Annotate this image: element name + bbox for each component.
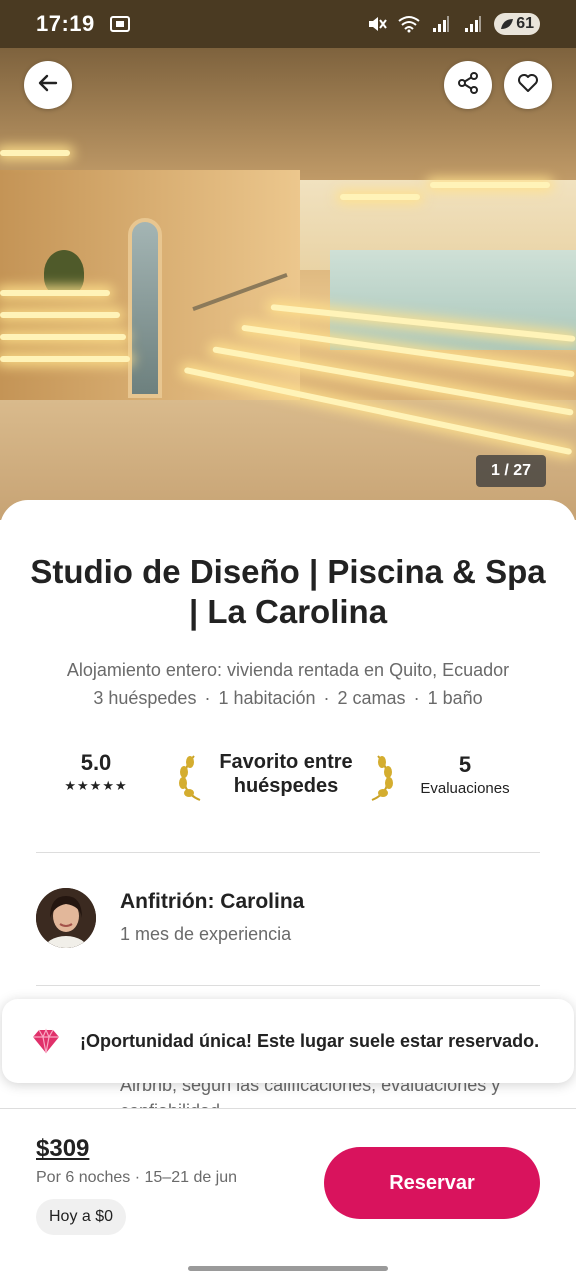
status-time: 17:19 — [36, 11, 95, 36]
laurel-left-icon — [176, 754, 202, 802]
host-experience: 1 mes de experiencia — [120, 924, 292, 944]
reserve-button[interactable]: Reservar — [324, 1147, 540, 1219]
reviews-block[interactable]: 5 Evaluaciones — [410, 752, 520, 797]
host-section[interactable]: Anfitrión: Carolina 1 mes de experiencia — [36, 888, 540, 952]
share-button[interactable] — [444, 61, 492, 109]
booking-footer: $309 Por 6 noches · 15–21 de jun Hoy a $… — [0, 1108, 576, 1280]
rare-find-banner: ¡Oportunidad única! Este lugar suele est… — [2, 999, 574, 1083]
back-arrow-icon — [36, 71, 60, 100]
favorite-button[interactable] — [504, 61, 552, 109]
rating-value: 5.0 — [80, 750, 112, 775]
back-button[interactable] — [24, 61, 72, 109]
price-details: Por 6 noches · 15–21 de jun — [36, 1169, 238, 1186]
heart-icon — [516, 71, 540, 100]
reviews-count: 5 — [458, 752, 472, 777]
beds-count: 2 camas — [337, 688, 406, 708]
share-icon — [456, 71, 480, 100]
bedrooms-count: 1 habitación — [218, 688, 316, 708]
listing-subtitle: Alojamiento entero: vivienda rentada en … — [66, 660, 510, 680]
photo-counter: 1 / 27 — [476, 455, 546, 487]
host-name: Anfitrión: Carolina — [120, 890, 305, 913]
home-indicator[interactable] — [188, 1266, 388, 1271]
listing-photo[interactable] — [0, 40, 576, 520]
battery-indicator: 61 — [494, 13, 540, 35]
rare-find-text: ¡Oportunidad única! Este lugar suele est… — [80, 1030, 540, 1051]
photo-light-strip — [0, 356, 130, 362]
photo-light-strip — [340, 194, 420, 200]
total-price[interactable]: $309 — [36, 1135, 89, 1163]
screenshot-icon — [109, 15, 131, 33]
photo-light-strip — [0, 312, 120, 318]
photo-light-strip — [0, 334, 126, 340]
signal-icon — [462, 15, 484, 33]
guests-count: 3 huéspedes — [93, 688, 197, 708]
listing-title: Studio de Diseño | Piscina & Spa | La Ca… — [30, 553, 546, 630]
photo-doorway — [128, 218, 162, 398]
reviews-label: Evaluaciones — [420, 780, 510, 797]
divider — [36, 985, 540, 986]
guest-favorite-highlights[interactable]: 5.0 ★★★★★ Favorito entre huéspedes 5 Eva… — [36, 738, 540, 828]
wifi-icon — [398, 15, 420, 33]
gem-icon — [30, 1025, 62, 1057]
photo-light-strip — [0, 150, 70, 156]
listing-details: 3 huéspedes · 1 habitación · 2 camas · 1 baño — [93, 688, 483, 708]
mute-icon — [366, 15, 388, 33]
photo-light-strip — [0, 290, 110, 296]
signal-icon — [430, 15, 452, 33]
star-rating-icon: ★★★★★ — [64, 778, 128, 793]
rating-block: 5.0 ★★★★★ — [56, 750, 136, 794]
pay-today-badge: Hoy a $0 — [36, 1199, 127, 1235]
status-bar: 17:19 61 — [0, 0, 576, 48]
battery-level: 61 — [516, 15, 534, 32]
laurel-right-icon — [370, 754, 396, 802]
host-avatar — [36, 888, 96, 948]
baths-count: 1 baño — [427, 688, 483, 708]
divider — [36, 852, 540, 853]
guest-favorite-label: Favorito entre huéspedes — [219, 751, 353, 797]
photo-light-strip — [430, 182, 550, 188]
